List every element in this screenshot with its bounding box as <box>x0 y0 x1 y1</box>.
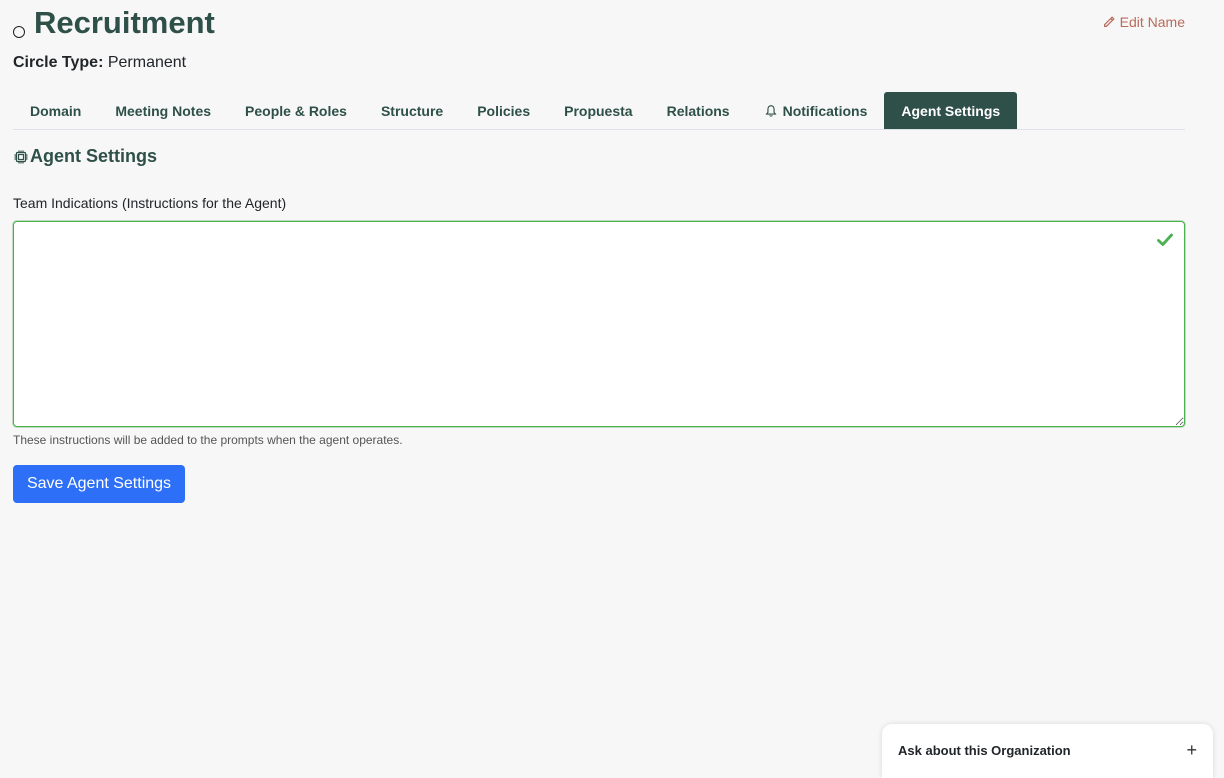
cpu-icon <box>14 150 28 163</box>
chat-widget-title: Ask about this Organization <box>898 743 1071 758</box>
circle-type: Circle Type: Permanent <box>13 54 186 72</box>
tab-relations[interactable]: Relations <box>650 92 747 129</box>
tab-agent-settings[interactable]: Agent Settings <box>884 92 1018 129</box>
tab-bar: Domain Meeting Notes People & Roles Stru… <box>13 92 1185 130</box>
tab-label: Relations <box>666 102 730 119</box>
tab-structure[interactable]: Structure <box>364 92 460 129</box>
circle-type-label: Circle Type: <box>13 54 104 71</box>
save-agent-settings-button[interactable]: Save Agent Settings <box>13 465 185 503</box>
plus-icon[interactable]: + <box>1186 741 1197 759</box>
help-text: These instructions will be added to the … <box>13 433 403 447</box>
tab-label: Agent Settings <box>901 102 1001 119</box>
edit-name-button[interactable]: Edit Name <box>1102 14 1185 30</box>
edit-name-label: Edit Name <box>1119 14 1185 30</box>
pencil-icon <box>1103 16 1115 27</box>
bell-icon <box>765 104 777 117</box>
team-indications-textarea[interactable] <box>13 221 1185 427</box>
tab-notifications[interactable]: Notifications <box>747 92 885 129</box>
tab-policies[interactable]: Policies <box>460 92 547 129</box>
ask-organization-widget[interactable]: Ask about this Organization + <box>882 724 1213 778</box>
tab-label: People & Roles <box>245 102 347 119</box>
team-indications-wrapper <box>13 221 1185 427</box>
check-icon <box>1157 233 1173 246</box>
tab-domain[interactable]: Domain <box>13 92 98 129</box>
tab-label: Meeting Notes <box>115 102 212 119</box>
tab-propuesta[interactable]: Propuesta <box>547 92 649 129</box>
page-header: Recruitment <box>13 4 215 42</box>
tab-label: Propuesta <box>564 102 633 119</box>
circle-type-value: Permanent <box>107 54 187 71</box>
tab-meeting-notes[interactable]: Meeting Notes <box>98 92 228 129</box>
section-title-text: Agent Settings <box>30 146 158 166</box>
tab-label: Policies <box>477 102 531 119</box>
tab-label: Notifications <box>782 102 868 119</box>
tab-label: Domain <box>30 102 82 119</box>
page-title: Recruitment <box>34 5 215 40</box>
tab-people-roles[interactable]: People & Roles <box>228 92 364 129</box>
circle-icon <box>13 26 25 38</box>
tab-label: Structure <box>380 102 444 119</box>
team-indications-label: Team Indications (Instructions for the A… <box>13 195 287 211</box>
section-title: Agent Settings <box>13 146 157 167</box>
